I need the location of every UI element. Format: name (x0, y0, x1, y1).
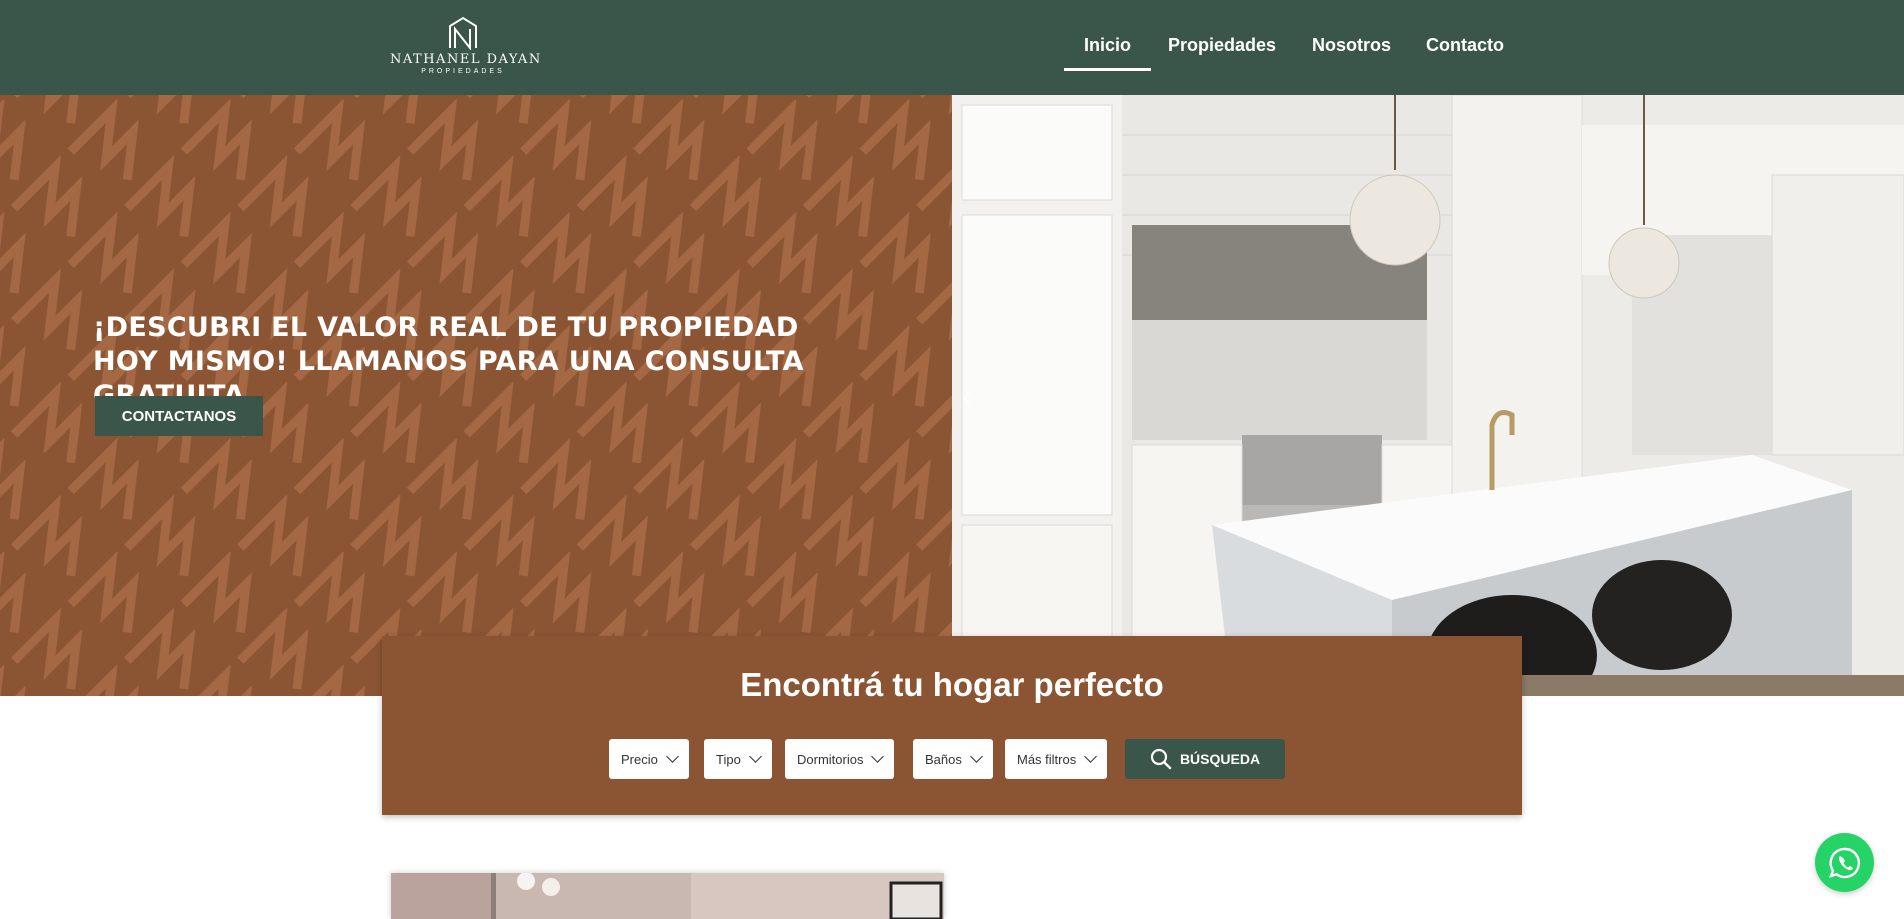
search-title: Encontrá tu hogar perfecto (740, 666, 1164, 703)
filter-label: Baños (925, 751, 962, 767)
chevron-down-icon (665, 750, 679, 763)
filter-dormitorios[interactable]: Dormitorios (785, 739, 895, 779)
busqueda-button[interactable]: BÚSQUEDA (1125, 739, 1285, 779)
filter-label: Tipo (716, 751, 741, 767)
contactanos-button[interactable]: CONTACTANOS (95, 396, 263, 436)
nav-contacto[interactable]: Contacto (1426, 35, 1504, 56)
logo[interactable]: NATHANEL DAYAN PROPIEDADES (390, 16, 542, 78)
nav-inicio[interactable]: Inicio (1063, 35, 1152, 71)
site-header: NATHANEL DAYAN PROPIEDADES Inicio Propie… (0, 0, 1904, 95)
whatsapp-button[interactable] (1815, 833, 1874, 892)
filter-banos[interactable]: Baños (913, 739, 993, 779)
filter-label: Precio (621, 751, 658, 767)
property-photo (391, 873, 944, 919)
logo-name: NATHANEL DAYAN (390, 52, 542, 67)
filter-label: Más filtros (1017, 751, 1077, 767)
hero-banner: ¡Descubri el valor real de tu propiedad … (0, 95, 952, 696)
chevron-down-icon (871, 750, 885, 763)
busqueda-label: BÚSQUEDA (1179, 751, 1261, 767)
filter-label: Dormitorios (797, 751, 864, 767)
carousel-prev-arrow[interactable]: ‹ (962, 380, 972, 414)
nav-nosotros[interactable]: Nosotros (1312, 35, 1391, 56)
hero-image: ‹ (952, 95, 1904, 696)
filter-mas-filtros[interactable]: Más filtros (1005, 739, 1108, 779)
chevron-down-icon (1084, 750, 1098, 763)
filter-precio[interactable]: Precio (609, 739, 689, 779)
chevron-down-icon (970, 750, 983, 763)
whatsapp-icon (1828, 847, 1860, 878)
filter-tipo[interactable]: Tipo (704, 739, 772, 779)
kitchen-photo (952, 95, 1904, 696)
nav-propiedades[interactable]: Propiedades (1168, 35, 1276, 56)
chevron-down-icon (748, 750, 762, 763)
property-search-panel: Encontrá tu hogar perfecto Precio Tipo D… (382, 636, 1522, 815)
logo-subtitle: PROPIEDADES (421, 68, 505, 75)
property-card[interactable] (391, 873, 944, 919)
logo-mark-icon (449, 16, 477, 50)
search-icon (1150, 748, 1172, 770)
